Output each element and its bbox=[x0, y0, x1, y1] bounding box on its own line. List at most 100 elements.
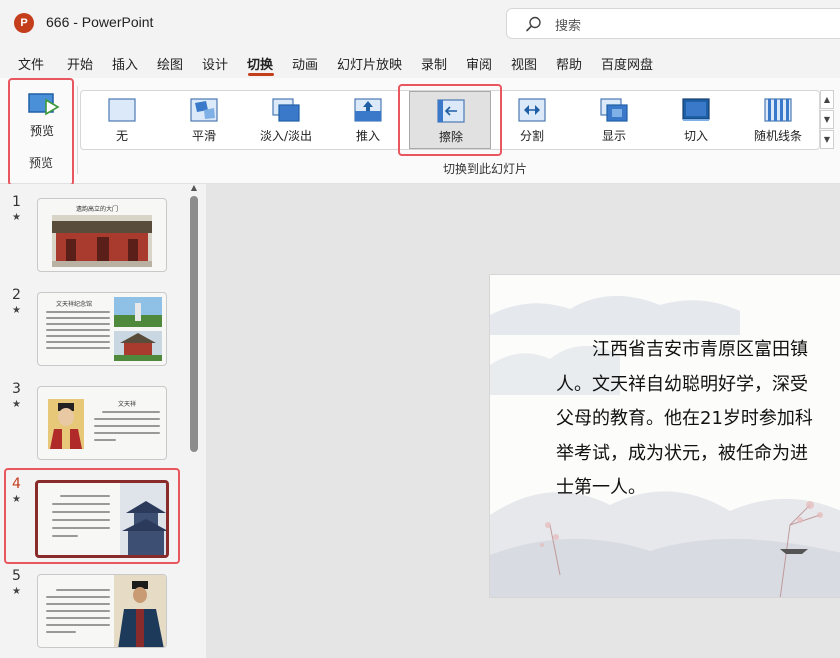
effect-label: 显示 bbox=[601, 129, 626, 143]
group-separator bbox=[77, 86, 78, 174]
effect-none[interactable]: 无 bbox=[81, 91, 163, 149]
effect-reveal[interactable]: 显示 bbox=[573, 91, 655, 149]
reveal-icon bbox=[600, 98, 628, 122]
slide-number: 3 bbox=[12, 381, 21, 397]
tab-view[interactable]: 视图 bbox=[511, 54, 537, 73]
effect-split[interactable]: 分割 bbox=[491, 91, 573, 149]
thumbnail-text-line bbox=[46, 335, 110, 337]
fade-icon bbox=[272, 98, 300, 122]
effect-label: 推入 bbox=[355, 129, 380, 143]
effect-label: 淡入/淡出 bbox=[259, 129, 313, 143]
search-input[interactable]: 搜索 bbox=[506, 8, 840, 39]
thumbnail-text-line bbox=[46, 603, 110, 605]
tab-animations[interactable]: 动画 bbox=[292, 54, 318, 73]
gallery-more-button[interactable]: ▼ bbox=[820, 130, 834, 149]
thumbnail-text-line bbox=[46, 624, 110, 626]
tab-record[interactable]: 录制 bbox=[421, 54, 447, 73]
effect-morph[interactable]: 平滑 bbox=[163, 91, 245, 149]
thumbnail-title: 文天祥纪念馆 bbox=[56, 301, 93, 308]
thumbnail-text-line bbox=[46, 317, 110, 319]
cut-icon bbox=[682, 98, 710, 121]
effect-label: 无 bbox=[115, 129, 128, 143]
pavilion-image bbox=[120, 483, 166, 555]
text-line-3: 父母的教育。他在21岁时参加科 bbox=[556, 408, 813, 429]
thumbnail-text-line bbox=[52, 519, 110, 521]
gate-image bbox=[52, 215, 152, 267]
thumbnail-text-line bbox=[46, 341, 110, 343]
tab-transitions[interactable]: 切换 bbox=[247, 54, 273, 73]
title-bar: P 666 - PowerPoint 搜索 bbox=[0, 0, 840, 46]
thumbnail-text-line bbox=[52, 535, 78, 537]
thumbnail-text-line bbox=[56, 589, 110, 591]
tab-help[interactable]: 帮助 bbox=[556, 54, 582, 73]
slide-number: 2 bbox=[12, 287, 21, 303]
tab-slideshow[interactable]: 幻灯片放映 bbox=[337, 54, 402, 73]
thumbnail-text-line bbox=[46, 329, 110, 331]
ribbon-tabs: 文件 开始 插入 绘图 设计 切换 动画 幻灯片放映 录制 审阅 视图 帮助 百… bbox=[0, 50, 840, 76]
thumbnail-text-line bbox=[46, 311, 110, 313]
thumbnail-text-line bbox=[46, 631, 76, 633]
slide-thumbnail-3[interactable]: 文天祥 bbox=[37, 386, 167, 460]
preview-group-label: 预览 bbox=[28, 156, 53, 170]
window-title: 666 - PowerPoint bbox=[46, 14, 154, 30]
text-line-5: 士第一人。 bbox=[556, 477, 646, 498]
figure-image bbox=[114, 575, 166, 647]
effect-label: 切入 bbox=[683, 129, 708, 143]
gallery-scroll-down-button[interactable]: ▼ bbox=[820, 110, 834, 129]
active-tab-indicator bbox=[248, 73, 274, 76]
thumbnail-text-line bbox=[94, 425, 160, 427]
thumbnail-scrollbar[interactable] bbox=[190, 196, 198, 452]
thumbnail-text-line bbox=[46, 347, 110, 349]
wipe-highlight-box bbox=[398, 84, 502, 156]
current-slide[interactable]: 江西省吉安市青原区富田镇 人。文天祥自幼聪明好学，深受 父母的教育。他在21岁时… bbox=[489, 274, 840, 598]
push-icon bbox=[354, 98, 382, 122]
random-bars-icon bbox=[764, 98, 792, 122]
slide-thumbnail-4[interactable] bbox=[35, 480, 169, 558]
tab-review[interactable]: 审阅 bbox=[466, 54, 492, 73]
gallery-scroll: ▲ ▼ ▼ bbox=[820, 90, 834, 150]
slide-thumbnail-5[interactable] bbox=[37, 574, 167, 648]
thumbnail-text-line bbox=[102, 411, 160, 413]
effect-label: 随机线条 bbox=[753, 129, 802, 143]
thumbnail-text-line bbox=[46, 323, 110, 325]
thumbnail-text-line bbox=[60, 495, 110, 497]
preview-label: 预览 bbox=[29, 124, 54, 138]
text-line-1: 江西省吉安市青原区富田镇 bbox=[592, 339, 808, 360]
thumbnail-text-line bbox=[52, 503, 110, 505]
effect-random-bars[interactable]: 随机线条 bbox=[737, 91, 819, 149]
thumbnail-title: 文天祥 bbox=[118, 401, 137, 408]
tab-design[interactable]: 设计 bbox=[202, 54, 228, 73]
effect-fade[interactable]: 淡入/淡出 bbox=[245, 91, 327, 149]
slide-thumbnail-2[interactable]: 文天祥纪念馆 bbox=[37, 292, 167, 366]
morph-icon bbox=[190, 98, 218, 122]
tab-home[interactable]: 开始 bbox=[67, 54, 93, 73]
slide-body-text[interactable]: 江西省吉安市青原区富田镇 人。文天祥自幼聪明好学，深受 父母的教育。他在21岁时… bbox=[556, 333, 840, 506]
slide-number: 1 bbox=[12, 194, 21, 210]
slide-thumbnail-1[interactable]: 遗韵高立的大门 bbox=[37, 198, 167, 272]
thumbnail-text-line bbox=[46, 596, 110, 598]
ribbon: 预览 预览 无 平滑 淡入/淡出 推入 擦除 分割 显示 切入 随机线条 ▲ ▼… bbox=[0, 78, 840, 186]
search-placeholder: 搜索 bbox=[555, 19, 582, 34]
slide-editing-area[interactable]: 江西省吉安市青原区富田镇 人。文天祥自幼聪明好学，深受 父母的教育。他在21岁时… bbox=[206, 184, 840, 658]
memorial-image bbox=[114, 297, 162, 361]
portrait-image bbox=[48, 399, 84, 449]
tab-draw[interactable]: 绘图 bbox=[157, 54, 183, 73]
none-icon bbox=[108, 98, 136, 122]
thumbnail-text-line bbox=[94, 439, 116, 441]
animation-star-icon: ★ bbox=[12, 586, 21, 597]
effect-cut[interactable]: 切入 bbox=[655, 91, 737, 149]
text-line-4: 举考试，成为状元，被任命为进 bbox=[556, 442, 808, 464]
preview-button[interactable]: 预览 bbox=[20, 88, 64, 142]
gallery-scroll-up-button[interactable]: ▲ bbox=[820, 90, 834, 109]
tab-file[interactable]: 文件 bbox=[18, 54, 44, 73]
split-icon bbox=[518, 98, 546, 122]
search-icon bbox=[526, 16, 541, 32]
animation-star-icon: ★ bbox=[12, 494, 21, 505]
tab-insert[interactable]: 插入 bbox=[112, 54, 138, 73]
tab-baidu-netdisk[interactable]: 百度网盘 bbox=[601, 54, 653, 73]
slide-thumbnails-pane[interactable]: ▲ 1 ★ 遗韵高立的大门 2 ★ 文天祥纪念馆 3 ★ 文天祥 4 ★ 5 ★ bbox=[0, 184, 206, 658]
effect-push[interactable]: 推入 bbox=[327, 91, 409, 149]
scroll-up-icon[interactable]: ▲ bbox=[190, 184, 198, 192]
thumbnail-text-line bbox=[52, 527, 110, 529]
animation-star-icon: ★ bbox=[12, 399, 21, 410]
